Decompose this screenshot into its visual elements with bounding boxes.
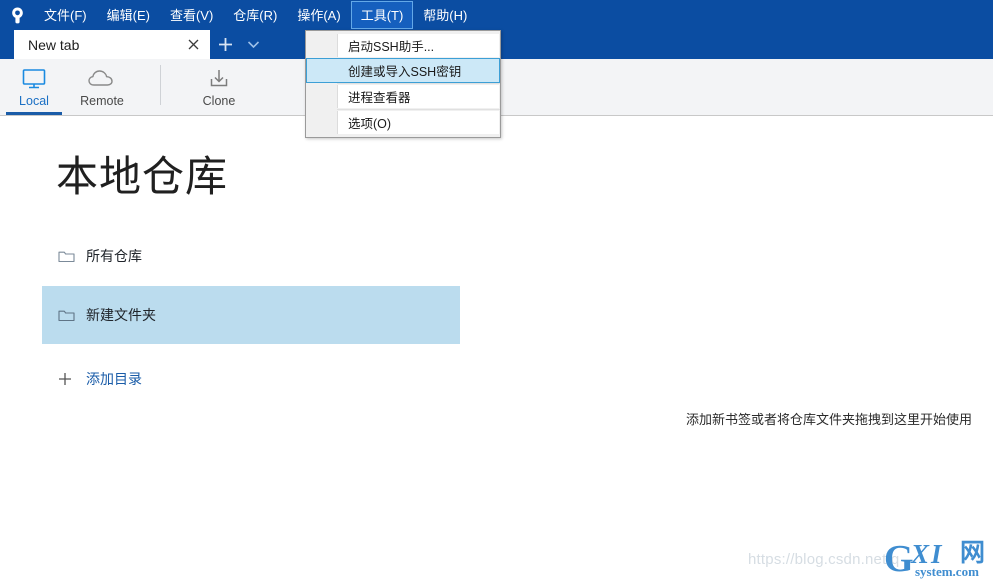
repository-label: 所有仓库 [86,246,142,266]
new-tab-button[interactable] [210,30,240,59]
menu-option-label: 选项(O) [337,111,499,134]
download-icon [207,66,231,92]
plus-icon [58,372,80,386]
toolbar-label: Remote [80,94,124,108]
tab-new-tab[interactable]: New tab [14,30,210,59]
menu-option-label: 进程查看器 [337,85,499,108]
repository-row-new-folder[interactable]: 新建文件夹 [42,286,460,344]
main-content: 本地仓库 所有仓库 新建文件夹 添加目录 添加新书签或 [0,116,993,579]
toolbar-button-local[interactable]: Local [0,59,68,115]
repository-list: 所有仓库 新建文件夹 [42,241,460,344]
menu-gutter [307,111,337,134]
page-title: 本地仓库 [56,156,228,198]
menu-item-edit[interactable]: 编辑(E) [97,1,160,29]
menu-gutter [307,85,337,108]
tools-dropdown-menu: 启动SSH助手... 创建或导入SSH密钥 进程查看器 选项(O) [305,30,501,138]
repository-label: 新建文件夹 [86,305,156,325]
menu-item-file[interactable]: 文件(F) [34,1,97,29]
menu-gutter [307,34,337,57]
menu-option-process-viewer[interactable]: 进程查看器 [306,84,500,109]
drop-hint-text: 添加新书签或者将仓库文件夹拖拽到这里开始使用 [686,409,972,428]
menu-option-label: 启动SSH助手... [337,34,499,57]
menu-item-label: 操作(A) [297,9,340,22]
repository-row-all[interactable]: 所有仓库 [42,241,460,271]
toolbar-divider [160,65,161,105]
menu-item-repository[interactable]: 仓库(R) [223,1,287,29]
folder-icon [58,308,80,322]
cloud-icon [87,66,117,92]
chevron-down-icon[interactable] [240,30,266,59]
menu-option-launch-ssh-agent[interactable]: 启动SSH助手... [306,33,500,58]
menu-item-help[interactable]: 帮助(H) [413,1,477,29]
watermark-logo-wang: 网 [960,541,985,566]
watermark-logo: G XI 网 system.com [884,540,993,579]
close-icon[interactable] [184,36,202,54]
menu-bar: 文件(F) 编辑(E) 查看(V) 仓库(R) 操作(A) 工具(T) 帮助(H… [0,0,993,30]
watermark-logo-g: G [884,540,914,578]
toolbar-label: Clone [203,94,236,108]
menu-item-label: 查看(V) [170,9,213,22]
menu-option-options[interactable]: 选项(O) [306,110,500,135]
monitor-icon [21,66,47,92]
menu-item-label: 工具(T) [361,9,404,22]
watermark-url: https://blog.csdn.net/q [748,551,899,568]
menu-item-label: 文件(F) [44,9,87,22]
menu-gutter [307,59,337,82]
tab-label: New tab [28,37,184,53]
app-logo-icon [0,0,34,30]
toolbar-button-clone[interactable]: Clone [185,59,253,115]
add-directory-button[interactable]: 添加目录 [42,366,142,392]
folder-icon [58,249,80,263]
toolbar-label: Local [19,94,49,108]
menu-option-create-import-ssh-keys[interactable]: 创建或导入SSH密钥 [306,58,500,83]
add-directory-label: 添加目录 [86,369,142,389]
watermark-logo-sub: system.com [915,565,979,578]
menu-item-tools[interactable]: 工具(T) [351,1,414,29]
menu-item-label: 帮助(H) [423,9,467,22]
menu-item-label: 编辑(E) [107,9,150,22]
toolbar-button-remote[interactable]: Remote [68,59,136,115]
menu-option-label: 创建或导入SSH密钥 [337,59,499,82]
menu-item-view[interactable]: 查看(V) [160,1,223,29]
menu-item-label: 仓库(R) [233,9,277,22]
menu-item-actions[interactable]: 操作(A) [287,1,350,29]
